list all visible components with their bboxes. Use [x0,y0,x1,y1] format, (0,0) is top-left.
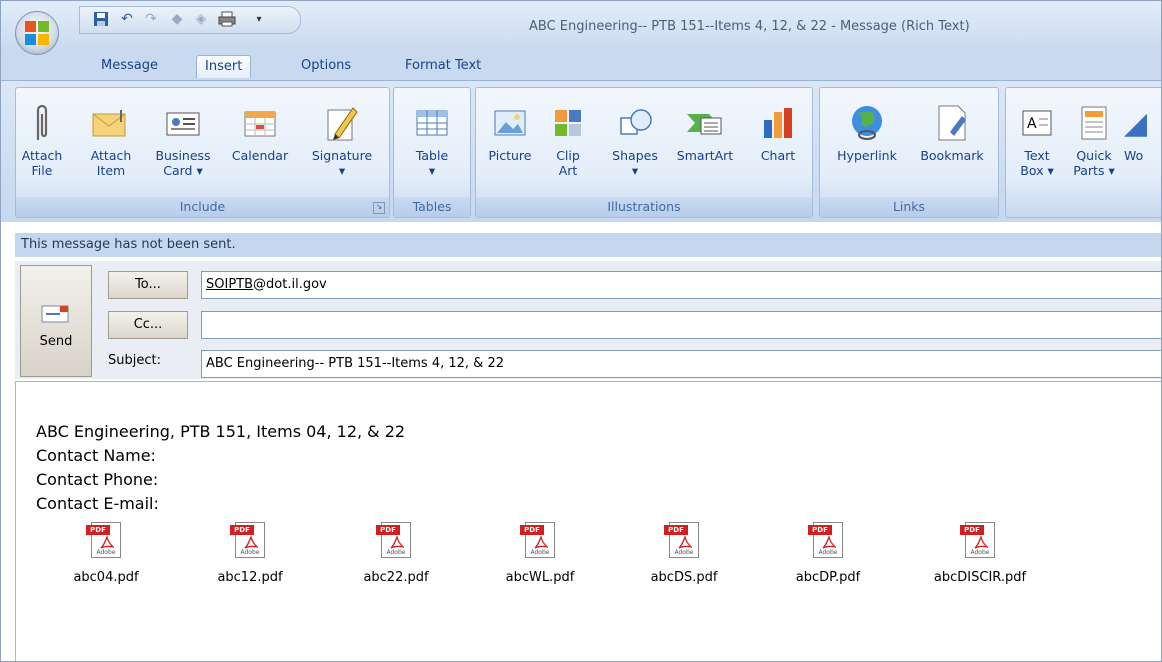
pdf-file-icon: PDF Adobe [808,522,843,558]
text-group: A Text Box ▾ Quick Parts ▾ ◢ Wo [1005,87,1161,218]
outlook-message-window: ↶ ↷ ◆ ◈ ▾ ABC Engineering-- PTB 151--Ite… [0,0,1162,662]
picture-icon [482,98,538,148]
pdf-attachment[interactable]: PDF Adobe abc12.pdf [200,522,300,585]
chart-button[interactable]: Chart [752,98,804,193]
body-line: Contact Name: [36,446,156,465]
business-card-icon [152,98,214,148]
shapes-button[interactable]: Shapes ▾ [604,98,666,193]
hyperlink-button[interactable]: Hyperlink [826,98,908,193]
text-box-button[interactable]: A Text Box ▾ [1012,98,1062,193]
signature-button[interactable]: Signature ▾ [306,98,378,193]
smartart-icon [672,98,738,148]
pdf-file-icon: PDF Adobe [520,522,555,558]
dialog-launcher-icon[interactable]: ↘ [373,202,385,214]
print-icon[interactable] [218,10,236,28]
clip-art-button[interactable]: Clip Art [546,98,590,193]
smartart-button[interactable]: SmartArt [672,98,738,193]
pdf-attachment[interactable]: PDF Adobe abcDS.pdf [634,522,734,585]
send-envelope-icon [21,304,91,326]
ribbon: Attach File Attach Item Business Card ▾ [1,80,1161,222]
shapes-icon [604,98,666,148]
include-group-label: Include [16,197,389,217]
text-box-icon: A [1012,98,1062,148]
signature-pen-icon [306,98,378,148]
to-recipient-domain: @dot.il.gov [253,277,327,292]
pdf-file-icon: PDF Adobe [960,522,995,558]
chart-icon [752,98,804,148]
pdf-attachment[interactable]: PDF Adobe abcDISCIR.pdf [930,522,1030,585]
to-field[interactable]: SOIPTB@dot.il.gov [201,271,1161,299]
pdf-file-icon: PDF Adobe [376,522,411,558]
up-arrow-icon[interactable]: ◆ [168,10,186,28]
picture-button[interactable]: Picture [482,98,538,193]
cc-button[interactable]: Cc... [108,311,188,339]
table-button[interactable]: Table ▾ [404,98,460,193]
attachment-filename: abc12.pdf [217,570,283,585]
include-group: Attach File Attach Item Business Card ▾ [15,87,390,218]
subject-label: Subject: [108,353,161,368]
wordart-icon: ◢ [1124,105,1148,141]
illustrations-group-label: Illustrations [476,197,812,217]
pdf-attachment[interactable]: PDF Adobe abc04.pdf [56,522,156,585]
subject-field[interactable]: ABC Engineering-- PTB 151--Items 4, 12, … [201,350,1161,378]
envelope-icon [88,98,134,148]
bookmark-button[interactable]: Bookmark [912,98,992,193]
tab-strip [1,51,1161,80]
quick-access-toolbar: ↶ ↷ ◆ ◈ ▾ [79,6,301,34]
send-button[interactable]: Send [20,265,92,377]
wordart-button[interactable]: ◢ Wo [1124,98,1161,193]
pdf-file-icon: PDF Adobe [86,522,121,558]
svg-text:A: A [1027,116,1037,132]
body-line: Contact E-mail: [36,494,159,513]
body-line: ABC Engineering, PTB 151, Items 04, 12, … [36,422,406,441]
redo-icon[interactable]: ↷ [142,10,160,28]
table-icon [404,98,460,148]
pdf-file-icon: PDF Adobe [230,522,265,558]
business-card-button[interactable]: Business Card ▾ [152,98,214,193]
illustrations-group: Picture Clip Art Shapes ▾ SmartArt Chart… [475,87,813,218]
to-button[interactable]: To... [108,271,188,299]
tab-format-text[interactable]: Format Text [397,55,489,77]
attachment-filename: abc04.pdf [73,570,139,585]
attachment-filename: abcDISCIR.pdf [933,570,1027,585]
bookmark-icon [912,98,992,148]
down-arrow-icon[interactable]: ◈ [192,10,210,28]
to-recipient-user: SOIPTB [206,277,254,292]
calendar-icon [228,98,292,148]
tables-group-label: Tables [394,197,470,217]
body-line: Contact Phone: [36,470,159,489]
links-group: Hyperlink Bookmark Links [819,87,999,218]
paperclip-icon [20,98,64,148]
calendar-button[interactable]: Calendar [228,98,292,193]
quick-parts-icon [1068,98,1120,148]
customize-icon[interactable]: ▾ [250,10,268,28]
attachment-filename: abc22.pdf [363,570,429,585]
attach-item-button[interactable]: Attach Item [88,98,134,193]
attach-file-button[interactable]: Attach File [20,98,64,193]
attachment-filename: abcWL.pdf [505,570,575,585]
tab-options[interactable]: Options [293,55,359,77]
tab-message[interactable]: Message [93,55,166,77]
cc-field[interactable] [201,311,1161,339]
links-group-label: Links [820,197,998,217]
tables-group: Table ▾ Tables [393,87,471,218]
globe-icon [826,98,908,148]
window-title: ABC Engineering-- PTB 151--Items 4, 12, … [529,19,970,34]
quick-parts-button[interactable]: Quick Parts ▾ [1068,98,1120,193]
office-logo-icon [25,21,49,45]
attachment-filename: abcDP.pdf [795,570,861,585]
title-bar: ↶ ↷ ◆ ◈ ▾ ABC Engineering-- PTB 151--Ite… [1,1,1161,55]
pdf-attachment[interactable]: PDF Adobe abcDP.pdf [778,522,878,585]
attachment-filename: abcDS.pdf [650,570,718,585]
pdf-file-icon: PDF Adobe [664,522,699,558]
tab-insert[interactable]: Insert [196,55,252,78]
pdf-attachment[interactable]: PDF Adobe abcWL.pdf [490,522,590,585]
message-body[interactable]: ABC Engineering, PTB 151, Items 04, 12, … [15,381,1161,661]
pdf-attachment[interactable]: PDF Adobe abc22.pdf [346,522,446,585]
save-icon[interactable] [92,10,110,28]
undo-icon[interactable]: ↶ [118,10,136,28]
office-button[interactable] [15,11,59,55]
info-bar: This message has not been sent. [15,233,1161,257]
clip-art-icon [546,98,590,148]
